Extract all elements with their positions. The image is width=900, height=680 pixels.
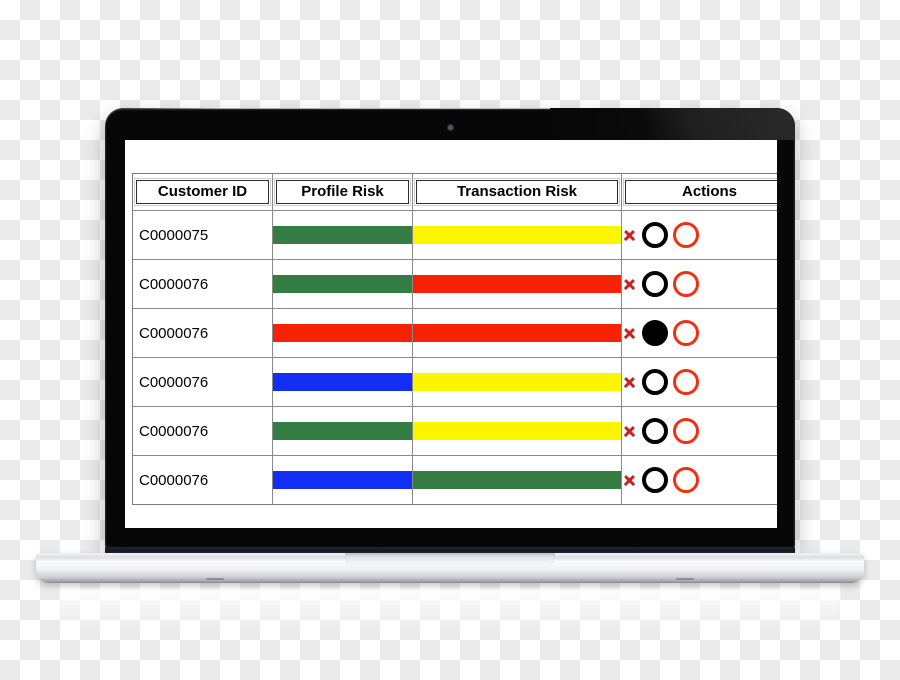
profile-risk-bar	[273, 275, 412, 293]
transaction-risk-bar	[413, 275, 621, 293]
column-header-actions-label: Actions	[623, 178, 777, 206]
action-button-group	[622, 418, 777, 444]
cell-customer-id: C0000076	[133, 260, 273, 309]
table-row[interactable]: C0000076	[133, 456, 777, 504]
laptop-foot-left	[206, 578, 224, 580]
profile-risk-bar	[273, 324, 412, 342]
laptop-base	[36, 547, 864, 590]
risk-table-container: Customer ID Profile Risk Transaction Ris…	[132, 173, 777, 505]
cell-profile-risk	[273, 407, 413, 456]
column-header-customer-id-label: Customer ID	[134, 178, 271, 206]
cell-actions	[622, 309, 777, 358]
transaction-risk-bar	[413, 373, 621, 391]
close-x-icon[interactable]	[622, 228, 637, 243]
cell-customer-id: C0000075	[133, 211, 273, 260]
cell-transaction-risk	[413, 260, 622, 309]
close-x-icon[interactable]	[622, 277, 637, 292]
image-canvas: Customer ID Profile Risk Transaction Ris…	[0, 0, 900, 680]
cell-profile-risk	[273, 358, 413, 407]
table-row[interactable]: C0000076	[133, 260, 777, 309]
cell-transaction-risk	[413, 358, 622, 407]
red-circle-icon[interactable]	[673, 271, 699, 297]
cell-profile-risk	[273, 260, 413, 309]
cell-customer-id: C0000076	[133, 407, 273, 456]
column-header-actions[interactable]: Actions	[622, 174, 777, 211]
profile-risk-bar	[273, 471, 412, 489]
column-header-profile-risk[interactable]: Profile Risk	[273, 174, 413, 211]
transaction-risk-bar	[413, 324, 621, 342]
red-circle-icon[interactable]	[673, 369, 699, 395]
close-x-icon[interactable]	[622, 375, 637, 390]
cell-transaction-risk	[413, 407, 622, 456]
customer-id-value: C0000076	[139, 471, 209, 489]
action-button-group	[622, 222, 777, 248]
action-button-group	[622, 467, 777, 493]
table-row[interactable]: C0000076	[133, 407, 777, 456]
close-x-icon[interactable]	[622, 326, 637, 341]
cell-transaction-risk	[413, 456, 622, 504]
red-circle-icon[interactable]	[673, 467, 699, 493]
profile-risk-bar	[273, 422, 412, 440]
black-circle-icon[interactable]	[642, 222, 668, 248]
cell-actions	[622, 407, 777, 456]
column-header-customer-id[interactable]: Customer ID	[133, 174, 273, 211]
cell-profile-risk	[273, 309, 413, 358]
laptop-base-notch	[345, 553, 555, 566]
laptop-mockup: Customer ID Profile Risk Transaction Ris…	[0, 0, 900, 680]
customer-id-value: C0000076	[139, 373, 209, 391]
customer-id-value: C0000076	[139, 275, 209, 293]
bezel-gloss	[550, 108, 795, 140]
column-header-profile-risk-label: Profile Risk	[274, 178, 411, 206]
screen-content: Customer ID Profile Risk Transaction Ris…	[125, 140, 777, 528]
red-circle-icon[interactable]	[673, 222, 699, 248]
customer-risk-table: Customer ID Profile Risk Transaction Ris…	[132, 173, 777, 505]
black-circle-icon[interactable]	[642, 369, 668, 395]
customer-id-value: C0000076	[139, 324, 209, 342]
cell-actions	[622, 456, 777, 504]
cell-profile-risk	[273, 211, 413, 260]
cell-profile-risk	[273, 456, 413, 504]
cell-customer-id: C0000076	[133, 456, 273, 504]
customer-id-value: C0000076	[139, 422, 209, 440]
cell-customer-id: C0000076	[133, 309, 273, 358]
laptop-reflection	[60, 589, 840, 633]
close-x-icon[interactable]	[622, 424, 637, 439]
cell-customer-id: C0000076	[133, 358, 273, 407]
table-header: Customer ID Profile Risk Transaction Ris…	[133, 174, 777, 211]
black-circle-icon[interactable]	[642, 467, 668, 493]
table-row[interactable]: C0000076	[133, 358, 777, 407]
customer-id-value: C0000075	[139, 226, 209, 244]
table-row[interactable]: C0000075	[133, 211, 777, 260]
black-circle-icon[interactable]	[642, 320, 668, 346]
red-circle-icon[interactable]	[673, 418, 699, 444]
cell-actions	[622, 260, 777, 309]
camera-dot-icon	[447, 125, 453, 130]
red-circle-icon[interactable]	[673, 320, 699, 346]
laptop-foot-right	[676, 578, 694, 580]
transaction-risk-bar	[413, 471, 621, 489]
action-button-group	[622, 271, 777, 297]
cell-actions	[622, 358, 777, 407]
table-body: C0000075 C0000076 C0000076 C0000076 C0000076…	[133, 211, 777, 504]
bezel-highlight	[119, 108, 781, 109]
cell-actions	[622, 211, 777, 260]
profile-risk-bar	[273, 373, 412, 391]
action-button-group	[622, 369, 777, 395]
profile-risk-bar	[273, 226, 412, 244]
cell-transaction-risk	[413, 211, 622, 260]
transaction-risk-bar	[413, 422, 621, 440]
transaction-risk-bar	[413, 226, 621, 244]
cell-transaction-risk	[413, 309, 622, 358]
column-header-transaction-risk[interactable]: Transaction Risk	[413, 174, 622, 211]
close-x-icon[interactable]	[622, 473, 637, 488]
black-circle-icon[interactable]	[642, 271, 668, 297]
column-header-transaction-risk-label: Transaction Risk	[414, 178, 620, 206]
table-header-row: Customer ID Profile Risk Transaction Ris…	[133, 174, 777, 211]
action-button-group	[622, 320, 777, 346]
table-row[interactable]: C0000076	[133, 309, 777, 358]
black-circle-icon[interactable]	[642, 418, 668, 444]
